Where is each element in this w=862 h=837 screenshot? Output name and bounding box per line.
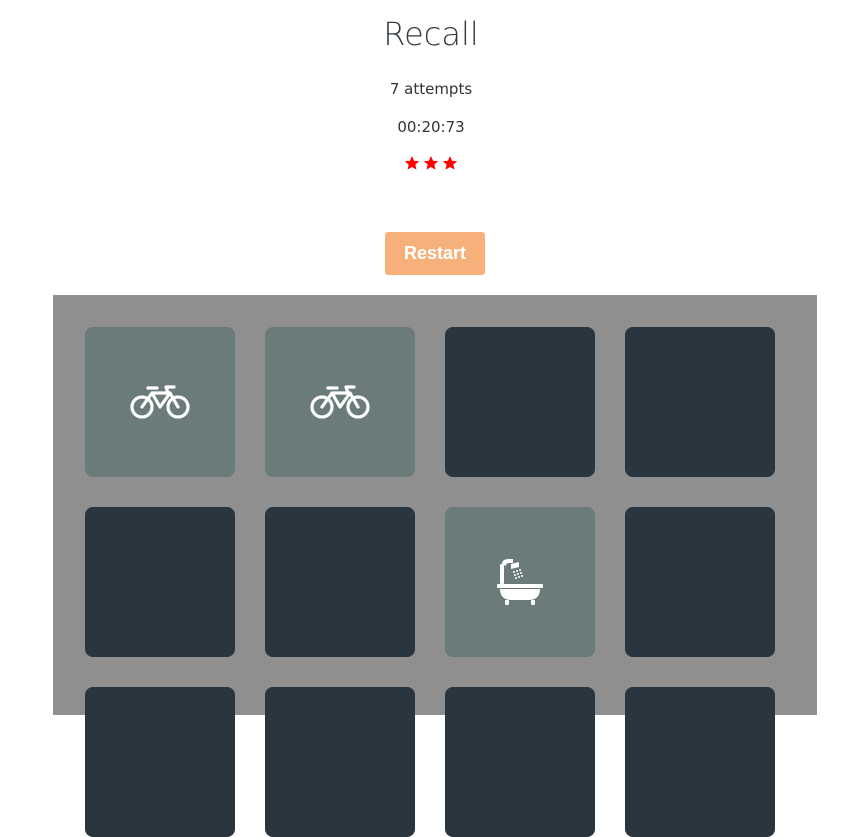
card-hidden[interactable] bbox=[265, 507, 415, 657]
bicycle-icon bbox=[130, 385, 190, 419]
card-board bbox=[53, 295, 817, 837]
bicycle-icon bbox=[310, 385, 370, 419]
card-hidden[interactable] bbox=[445, 687, 595, 837]
restart-button[interactable]: Restart bbox=[385, 232, 485, 275]
card-hidden[interactable] bbox=[625, 327, 775, 477]
bathtub-icon bbox=[497, 558, 543, 606]
card-hidden[interactable] bbox=[85, 507, 235, 657]
attempts-counter: 7 attempts bbox=[389, 80, 473, 98]
card-revealed[interactable] bbox=[265, 327, 415, 477]
star-icon bbox=[442, 155, 458, 175]
card-hidden[interactable] bbox=[265, 687, 415, 837]
game-timer: 00:20:73 bbox=[397, 118, 465, 136]
star-icon bbox=[404, 155, 420, 175]
star-icon bbox=[423, 155, 439, 175]
card-hidden[interactable] bbox=[445, 327, 595, 477]
card-hidden[interactable] bbox=[85, 687, 235, 837]
card-hidden[interactable] bbox=[625, 687, 775, 837]
card-revealed[interactable] bbox=[85, 327, 235, 477]
star-rating bbox=[0, 155, 862, 175]
game-title: Recall bbox=[383, 15, 479, 53]
card-revealed[interactable] bbox=[445, 507, 595, 657]
card-hidden[interactable] bbox=[625, 507, 775, 657]
